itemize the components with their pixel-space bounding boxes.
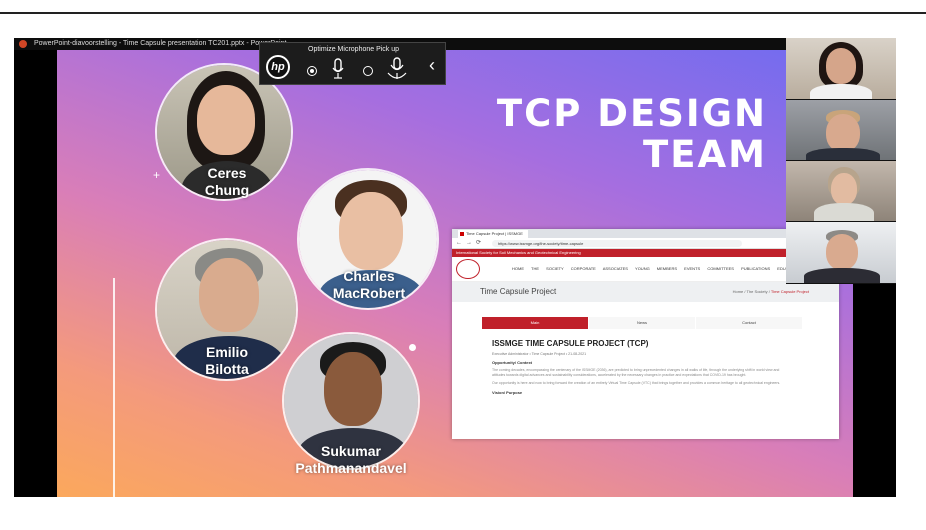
participant-video-2[interactable] bbox=[786, 100, 896, 161]
last-name: Pathmanandavel bbox=[295, 460, 407, 476]
article-meta: Executive Administrator • Time Capsule P… bbox=[492, 352, 587, 356]
menu-item[interactable]: YOUNG MEMBERS bbox=[635, 266, 677, 271]
site-banner-text: International Society for Soil Mechanics… bbox=[456, 250, 581, 255]
menu-item[interactable]: PUBLICATIONS bbox=[741, 266, 770, 271]
page-title: Time Capsule Project bbox=[480, 287, 557, 296]
slide-title-line1: TCP DESIGN bbox=[496, 92, 767, 135]
screen: PowerPoint-diavoorstelling - Time Capsul… bbox=[0, 0, 926, 530]
site-menu: HOME THE SOCIETY CORPORATE ASSOCIATES YO… bbox=[452, 257, 839, 282]
member-name-emilio: Emilio Bilotta bbox=[157, 344, 297, 378]
menu-item[interactable]: THE SOCIETY bbox=[531, 266, 564, 271]
mic-mode-room-radio[interactable] bbox=[363, 66, 373, 76]
menu-item[interactable]: EVENTS bbox=[684, 266, 700, 271]
paragraph: Our opportunity is here and now to bring… bbox=[492, 381, 781, 385]
mic-mode-room-icon[interactable] bbox=[386, 56, 408, 82]
mic-mode-single-radio[interactable] bbox=[307, 66, 317, 76]
member-name-ceres: Ceres Chung bbox=[157, 165, 297, 199]
member-name-sukumar: Sukumar Pathmanandavel bbox=[266, 443, 436, 477]
microphone-toolbar: Optimize Microphone Pick up hp ‹ bbox=[259, 42, 446, 85]
site-banner: International Society for Soil Mechanics… bbox=[452, 249, 839, 257]
section-heading: Opportunity/ Context bbox=[492, 360, 532, 365]
hp-logo-icon: hp bbox=[266, 55, 290, 79]
browser-tab[interactable]: Time Capsule Project | ISSMGE bbox=[458, 230, 528, 238]
page-tabs: Main News Contact bbox=[482, 317, 802, 329]
breadcrumb-current: Time Capsule Project bbox=[770, 289, 809, 294]
menu-item[interactable]: CORPORATE ASSOCIATES bbox=[571, 266, 628, 271]
page-header: Time Capsule Project Home / The Society … bbox=[452, 282, 839, 302]
menu-item[interactable]: COMMITTEES bbox=[707, 266, 734, 271]
first-name: Emilio bbox=[205, 344, 248, 360]
browser-nav-icons[interactable]: ←→⟳ bbox=[456, 239, 485, 246]
participant-video-1[interactable] bbox=[786, 38, 896, 100]
top-border bbox=[0, 0, 926, 14]
browser-window: Time Capsule Project | ISSMGE ←→⟳ https:… bbox=[452, 229, 839, 439]
chevron-left-icon[interactable]: ‹ bbox=[429, 55, 435, 76]
participant-video-4[interactable] bbox=[786, 222, 896, 284]
browser-tabbar: Time Capsule Project | ISSMGE bbox=[452, 229, 839, 238]
article-content: ISSMGE TIME CAPSULE PROJECT (TCP) Execut… bbox=[492, 339, 792, 398]
section-heading: Vision/ Purpose bbox=[492, 390, 523, 395]
slide-title-line2: TEAM bbox=[643, 133, 767, 176]
paragraph: The coming decades, encompassing the cen… bbox=[492, 368, 780, 377]
tab-news[interactable]: News bbox=[589, 317, 695, 329]
mic-toolbar-label: Optimize Microphone Pick up bbox=[308, 46, 400, 53]
issmge-logo[interactable] bbox=[456, 259, 480, 279]
breadcrumb-home[interactable]: Home bbox=[733, 289, 744, 294]
breadcrumb-society[interactable]: The Society bbox=[747, 289, 768, 294]
first-name: Charles bbox=[343, 268, 395, 284]
last-name: MacRobert bbox=[332, 285, 406, 301]
member-name-charles: Charles MacRobert bbox=[299, 268, 439, 302]
address-bar[interactable]: https://www.issmge.org/the-society/time-… bbox=[492, 240, 742, 247]
window-title: PowerPoint-diavoorstelling - Time Capsul… bbox=[34, 40, 287, 47]
last-name: Bilotta bbox=[205, 361, 249, 377]
first-name: Sukumar bbox=[321, 443, 381, 459]
mic-mode-single-icon[interactable] bbox=[331, 58, 345, 80]
tab-contact[interactable]: Contact bbox=[696, 317, 802, 329]
last-name: Chung bbox=[204, 182, 250, 198]
powerpoint-icon bbox=[19, 40, 27, 48]
menu-item[interactable]: HOME bbox=[512, 266, 524, 271]
participant-video-3[interactable] bbox=[786, 161, 896, 222]
breadcrumb: Home / The Society / Time Capsule Projec… bbox=[732, 289, 809, 294]
browser-toolbar: ←→⟳ https://www.issmge.org/the-society/t… bbox=[452, 238, 839, 249]
decorative-line bbox=[113, 278, 115, 497]
first-name: Ceres bbox=[207, 165, 247, 181]
article-heading: ISSMGE TIME CAPSULE PROJECT (TCP) bbox=[492, 339, 649, 348]
tab-main[interactable]: Main bbox=[482, 317, 588, 329]
